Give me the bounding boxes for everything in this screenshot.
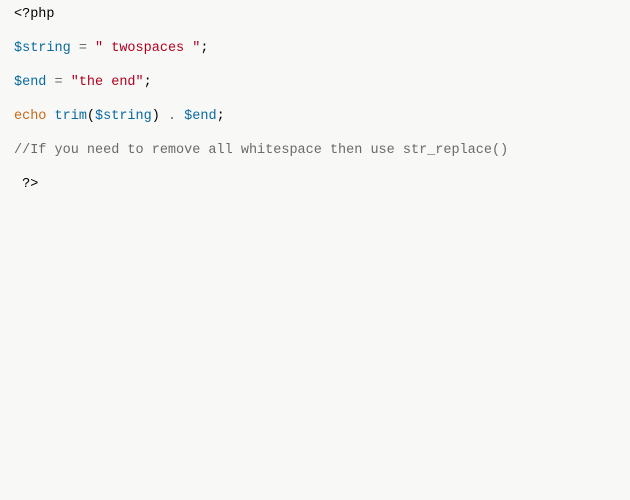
- semicolon: ;: [200, 41, 208, 56]
- string-literal: "the end": [71, 75, 144, 90]
- assign-op: =: [46, 75, 70, 90]
- semicolon: ;: [144, 75, 152, 90]
- php-open-tag: <?php: [14, 7, 55, 22]
- echo-keyword: echo: [14, 109, 46, 124]
- code-line-6: ?>: [14, 176, 616, 193]
- concat-op: .: [160, 109, 184, 124]
- var-end-ref: $end: [184, 109, 216, 124]
- code-line-4: echo trim($string) . $end;: [14, 108, 616, 125]
- code-line-5: //If you need to remove all whitespace t…: [14, 142, 616, 159]
- var-end: $end: [14, 75, 46, 90]
- close-prefix: [14, 177, 22, 192]
- trim-func: trim: [55, 109, 87, 124]
- var-string: $string: [14, 41, 71, 56]
- assign-op: =: [71, 41, 95, 56]
- space: [46, 109, 54, 124]
- rparen: ): [152, 109, 160, 124]
- string-literal: " twospaces ": [95, 41, 200, 56]
- code-line-3: $end = "the end";: [14, 74, 616, 91]
- code-block: <?php $string = " twospaces "; $end = "t…: [14, 6, 616, 210]
- comment: //If you need to remove all whitespace t…: [14, 143, 508, 158]
- code-line-2: $string = " twospaces ";: [14, 40, 616, 57]
- php-close-tag: ?>: [22, 177, 38, 192]
- code-line-1: <?php: [14, 6, 616, 23]
- lparen: (: [87, 109, 95, 124]
- arg-string: $string: [95, 109, 152, 124]
- semicolon: ;: [217, 109, 225, 124]
